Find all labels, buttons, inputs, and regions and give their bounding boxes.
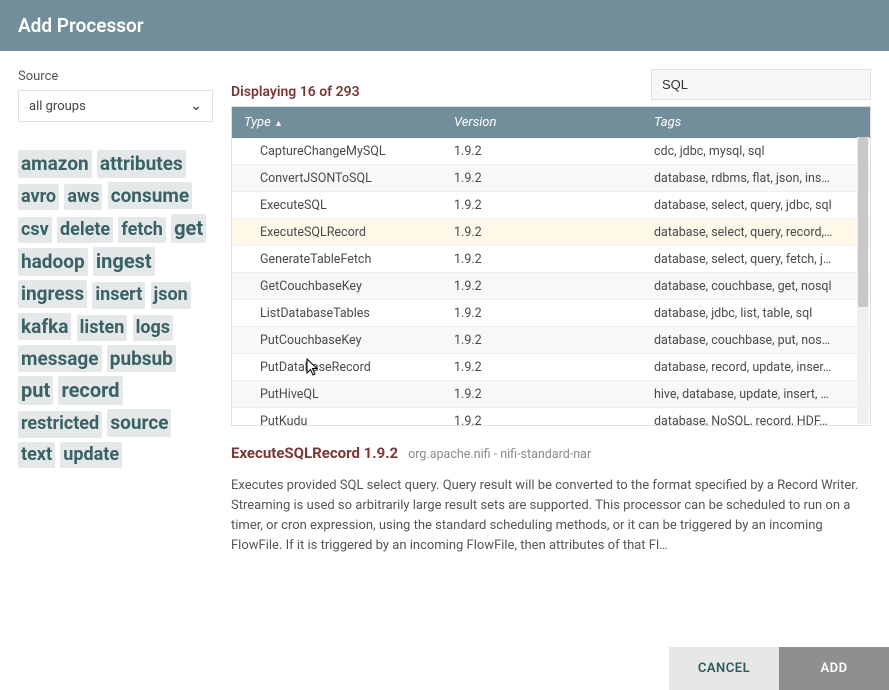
tag-aws[interactable]: aws [64,184,102,210]
cell-type: ExecuteSQLRecord [232,225,442,240]
tag-hadoop[interactable]: hadoop [18,248,88,276]
tag-consume[interactable]: consume [108,182,192,210]
tag-restricted[interactable]: restricted [18,411,102,437]
results-top-row: Displaying 16 of 293 [231,69,871,100]
cell-tags: database, rdbms, flat, json, ins… [642,171,870,186]
tag-logs[interactable]: logs [133,315,173,341]
tag-listen[interactable]: listen [77,315,128,341]
detail-source: org.apache.nifi - nifi-standard-nar [408,447,591,462]
cell-tags: database, record, update, inser… [642,360,870,375]
vertical-scrollbar[interactable] [857,137,869,424]
cell-type: PutCouchbaseKey [232,333,442,348]
cell-tags: database, NoSQL, record, HDF… [642,414,870,427]
tag-pubsub[interactable]: pubsub [107,345,176,373]
table-body: CaptureChangeMySQL1.9.2cdc, jdbc, mysql,… [232,138,870,426]
scroll-thumb[interactable] [858,137,868,307]
column-tags[interactable]: Tags [642,107,870,138]
cell-version: 1.9.2 [442,198,642,213]
tag-csv[interactable]: csv [18,217,52,243]
cell-type: ExecuteSQL [232,198,442,213]
cell-tags: database, select, query, fetch, j… [642,252,870,267]
search-input[interactable] [651,69,871,100]
detail-title-row: ExecuteSQLRecord 1.9.2 org.apache.nifi -… [231,444,871,462]
dialog-title: Add Processor [18,14,144,37]
cell-version: 1.9.2 [442,144,642,159]
cell-version: 1.9.2 [442,387,642,402]
cell-tags: database, couchbase, put, nos… [642,333,870,348]
cell-tags: database, jdbc, list, table, sql [642,306,870,321]
cell-tags: database, select, query, jdbc, sql [642,198,870,213]
table-row[interactable]: ExecuteSQL1.9.2database, select, query, … [232,192,870,219]
cell-type: GenerateTableFetch [232,252,442,267]
tag-kafka[interactable]: kafka [18,313,71,341]
tag-json[interactable]: json [151,282,191,308]
tag-cloud: amazon attributes avro aws consume csv d… [18,148,213,470]
table-row[interactable]: CaptureChangeMySQL1.9.2cdc, jdbc, mysql,… [232,138,870,165]
dialog-body: Source all groups ⌄ amazon attributes av… [0,51,889,557]
sort-ascending-icon: ▴ [276,118,281,129]
detail-panel: ExecuteSQLRecord 1.9.2 org.apache.nifi -… [231,444,871,557]
cell-type: PutDatabaseRecord [232,360,442,375]
tag-amazon[interactable]: amazon [18,150,92,178]
cell-version: 1.9.2 [442,414,642,427]
table-row[interactable]: GenerateTableFetch1.9.2database, select,… [232,246,870,273]
detail-description: Executes provided SQL select query. Quer… [231,476,871,557]
tag-fetch[interactable]: fetch [118,217,166,243]
table-row[interactable]: GetCouchbaseKey1.9.2database, couchbase,… [232,273,870,300]
table-row[interactable]: PutKudu1.9.2database, NoSQL, record, HDF… [232,408,870,426]
column-version[interactable]: Version [442,107,642,138]
cell-type: PutKudu [232,414,442,427]
tag-insert[interactable]: insert [92,282,145,308]
cell-type: ListDatabaseTables [232,306,442,321]
table-header: Type ▴ Version Tags [232,107,870,138]
source-label: Source [18,69,213,84]
right-column: Displaying 16 of 293 Type ▴ Version Tags… [231,69,871,557]
source-dropdown[interactable]: all groups ⌄ [18,90,213,122]
cell-tags: database, select, query, record,… [642,225,870,240]
column-type[interactable]: Type ▴ [232,107,442,138]
source-selected-value: all groups [29,99,86,114]
cell-tags: cdc, jdbc, mysql, sql [642,144,870,159]
tag-text[interactable]: text [18,442,55,468]
table-row[interactable]: ExecuteSQLRecord1.9.2database, select, q… [232,219,870,246]
cell-version: 1.9.2 [442,360,642,375]
chevron-down-icon: ⌄ [190,98,202,114]
result-count: Displaying 16 of 293 [231,84,360,100]
cell-type: PutHiveQL [232,387,442,402]
table-row[interactable]: PutCouchbaseKey1.9.2database, couchbase,… [232,327,870,354]
cell-tags: database, couchbase, get, nosql [642,279,870,294]
cell-version: 1.9.2 [442,225,642,240]
left-column: Source all groups ⌄ amazon attributes av… [18,69,213,557]
table-row[interactable]: PutHiveQL1.9.2hive, database, update, in… [232,381,870,408]
dialog-header: Add Processor [0,0,889,51]
tag-delete[interactable]: delete [57,217,113,243]
cell-version: 1.9.2 [442,333,642,348]
cell-version: 1.9.2 [442,171,642,186]
dialog-footer: CANCEL ADD [0,647,889,690]
add-button[interactable]: ADD [779,647,889,690]
tag-attributes[interactable]: attributes [97,150,186,178]
tag-get[interactable]: get [171,214,206,243]
cell-type: ConvertJSONToSQL [232,171,442,186]
tag-update[interactable]: update [60,442,122,468]
tag-put[interactable]: put [18,376,53,405]
table-row[interactable]: ListDatabaseTables1.9.2database, jdbc, l… [232,300,870,327]
tag-record[interactable]: record [58,376,122,405]
processor-table: Type ▴ Version Tags CaptureChangeMySQL1.… [231,106,871,426]
tag-ingress[interactable]: ingress [18,280,87,308]
tag-avro[interactable]: avro [18,184,59,210]
cell-version: 1.9.2 [442,252,642,267]
table-row[interactable]: PutDatabaseRecord1.9.2database, record, … [232,354,870,381]
cell-type: GetCouchbaseKey [232,279,442,294]
table-row[interactable]: ConvertJSONToSQL1.9.2database, rdbms, fl… [232,165,870,192]
cell-type: CaptureChangeMySQL [232,144,442,159]
detail-title: ExecuteSQLRecord 1.9.2 [231,444,398,462]
cancel-button[interactable]: CANCEL [669,647,779,690]
cell-version: 1.9.2 [442,306,642,321]
cell-version: 1.9.2 [442,279,642,294]
tag-ingest[interactable]: ingest [93,247,155,276]
tag-message[interactable]: message [18,345,102,373]
cell-tags: hive, database, update, insert, … [642,387,870,402]
tag-source[interactable]: source [107,409,171,437]
